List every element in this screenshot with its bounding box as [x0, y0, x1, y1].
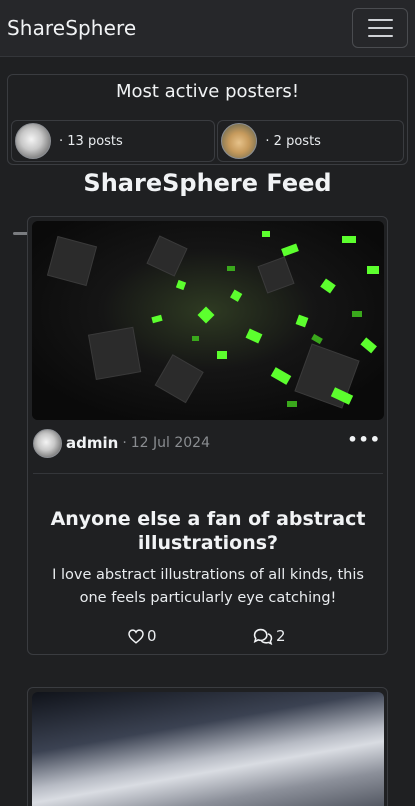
poster-post-count: · 13 posts	[59, 133, 123, 149]
like-button[interactable]: 0	[128, 627, 157, 645]
cat-avatar-icon	[221, 123, 258, 159]
feather-closeup-image[interactable]	[32, 692, 384, 806]
post-date: 12 Jul 2024	[130, 435, 211, 451]
most-active-posters-panel: Most active posters! · 13 posts · 2 post…	[7, 74, 408, 235]
like-count: 0	[147, 627, 157, 645]
comments-button[interactable]: 2	[253, 627, 286, 645]
abstract-cubes-illustration	[32, 221, 384, 420]
author-avatar-icon[interactable]	[33, 428, 62, 458]
abstract-green-cubes-image[interactable]	[32, 221, 384, 420]
post-author[interactable]: admin	[66, 434, 118, 452]
comments-icon	[253, 628, 273, 645]
most-active-posters-title: Most active posters!	[115, 81, 300, 102]
meta-separator: ·	[122, 435, 127, 451]
post-card[interactable]	[27, 687, 388, 806]
brand-title[interactable]: ShareSphere	[7, 16, 136, 40]
divider	[33, 473, 383, 474]
post-body: I love abstract illustrations of all kin…	[52, 567, 364, 606]
poster-card[interactable]: · 13 posts	[11, 120, 216, 162]
heart-icon	[128, 628, 144, 644]
poster-post-count: · 2 posts	[265, 133, 321, 149]
navbar-toggle-button[interactable]	[352, 8, 408, 48]
hamburger-menu-icon	[367, 19, 393, 21]
post-title[interactable]: Anyone else a fan of abstract illustrati…	[38, 507, 378, 555]
more-dots-icon[interactable]: •••	[347, 430, 381, 449]
poster-card[interactable]: · 2 posts	[217, 120, 404, 162]
post-actions: 0 2	[28, 627, 389, 649]
post-meta: admin · 12 Jul 2024 •••	[33, 428, 383, 458]
post-card[interactable]: admin · 12 Jul 2024 ••• Anyone else a fa…	[27, 216, 388, 655]
user-avatar-icon	[15, 123, 51, 159]
posters-list: · 13 posts · 2 posts	[11, 120, 404, 162]
comment-count: 2	[276, 627, 286, 645]
feed-title: ShareSphere Feed	[83, 169, 332, 197]
navbar: ShareSphere	[0, 0, 415, 57]
hamburger-menu-icon	[367, 27, 393, 29]
hamburger-menu-icon	[367, 35, 393, 37]
